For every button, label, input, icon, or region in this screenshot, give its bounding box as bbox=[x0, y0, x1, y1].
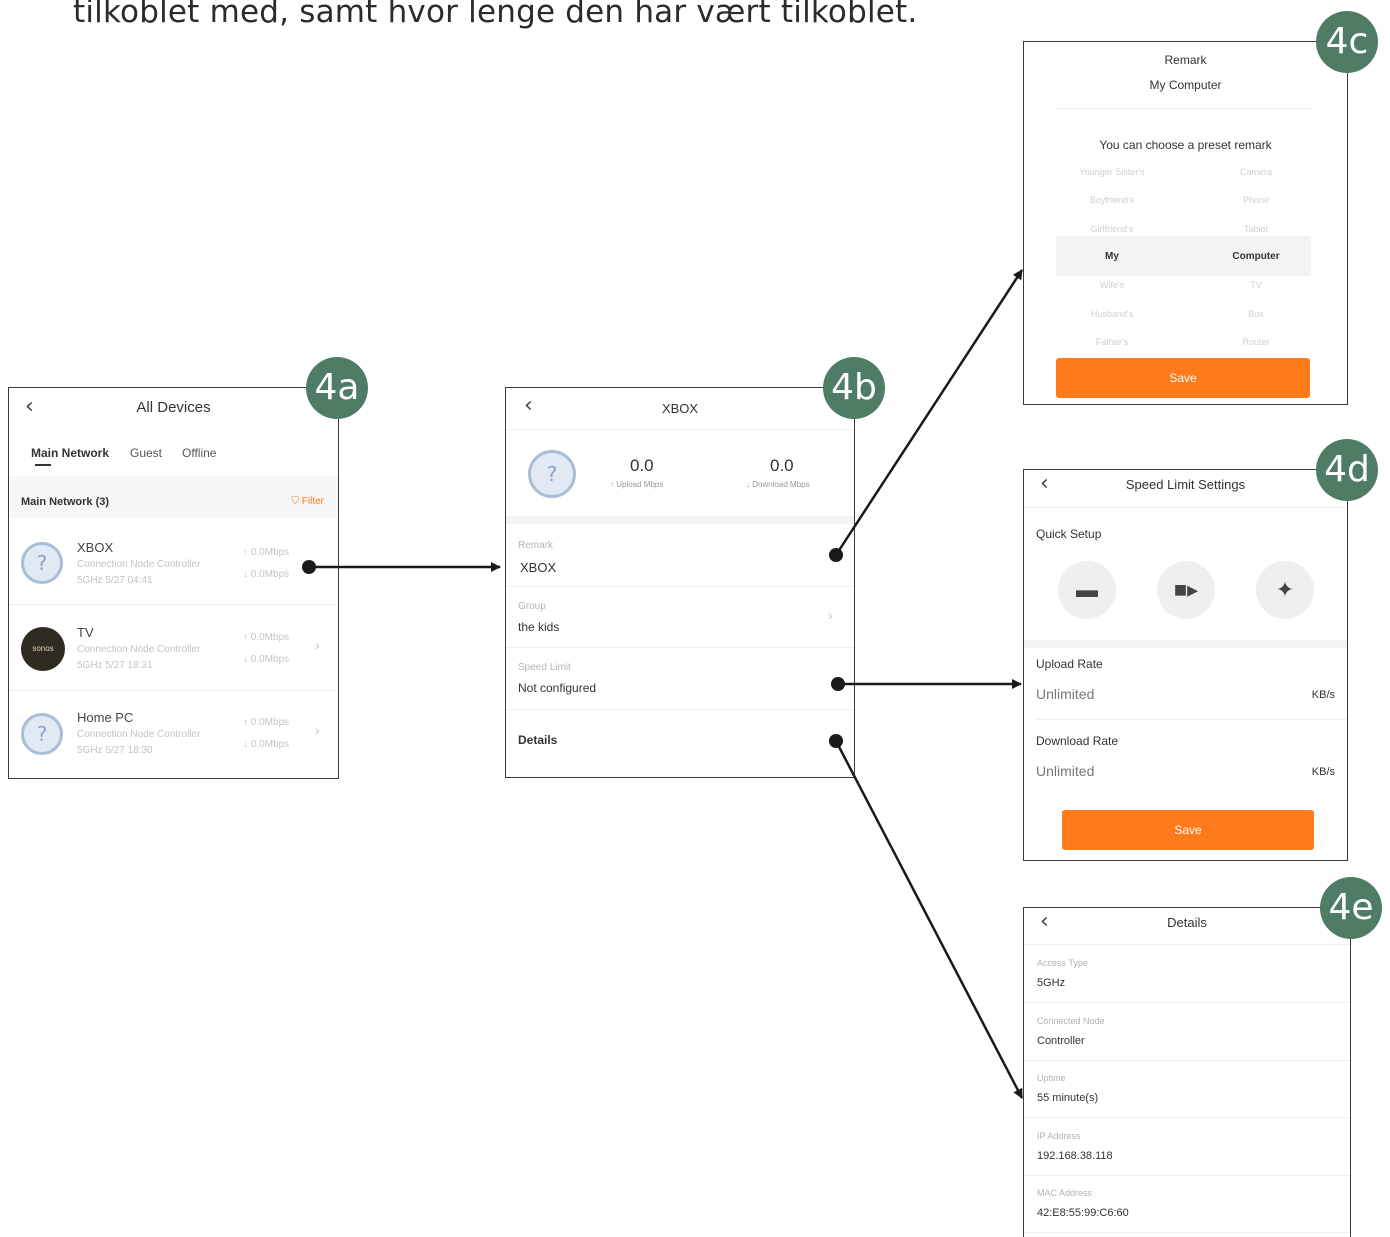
arrow-dot bbox=[829, 548, 843, 562]
step-badge-4b: 4b bbox=[823, 357, 885, 419]
arrow-dot bbox=[302, 560, 316, 574]
arrow-details-to-4e bbox=[834, 740, 1024, 1099]
arrow-dot bbox=[829, 734, 843, 748]
step-badge-4e: 4e bbox=[1320, 877, 1382, 939]
flow-arrows bbox=[309, 269, 1024, 1099]
step-badge-4c: 4c bbox=[1316, 11, 1378, 73]
step-badge-4a: 4a bbox=[306, 357, 368, 419]
arrow-dot bbox=[831, 677, 845, 691]
step-badge-4d: 4d bbox=[1316, 439, 1378, 501]
